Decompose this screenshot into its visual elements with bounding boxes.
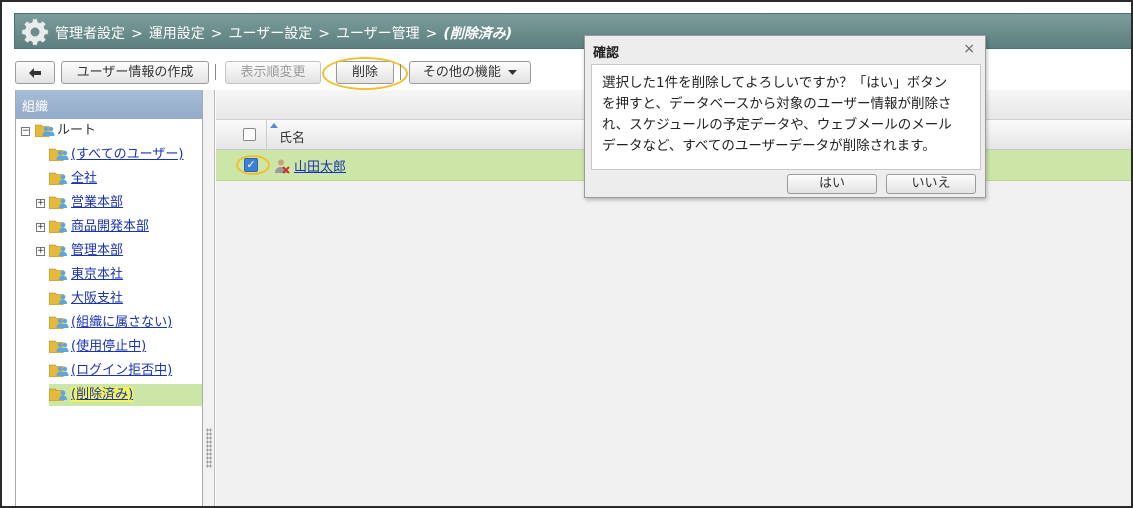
multi-user-folder-icon [49,340,69,353]
tree-item-tokyo[interactable]: 東京本社 [49,264,123,286]
tree-item-admin-div[interactable]: 管理本部 [49,240,123,262]
breadcrumb-item-admin[interactable]: 管理者設定 [55,26,125,42]
user-folder-icon [49,172,67,185]
toolbar-divider [400,64,401,80]
deleted-user-icon [275,159,290,174]
tree-item-link[interactable]: (すべてのユーザー) [71,147,183,162]
tree-item-link[interactable]: 大阪支社 [71,291,123,306]
tree-item-link[interactable]: (ログイン拒否中) [71,363,172,378]
checkbox-highlight [236,155,270,175]
more-functions-label: その他の機能 [422,65,501,80]
org-tree-header: 組織 [16,90,202,119]
multi-user-folder-icon [49,316,69,329]
select-all-checkbox[interactable] [243,128,256,141]
tree-item-link[interactable]: 東京本社 [71,267,123,282]
breadcrumb-separator: > [131,26,143,42]
breadcrumb-separator: > [425,26,438,42]
breadcrumb: 管理者設定 > 運用設定 > ユーザー設定 > ユーザー管理 > (削除済み) [55,23,512,43]
dialog-message-line: 選択した1件を削除してよろしいですか？「はい」ボタン [602,75,948,91]
org-tree-panel: 組織 − ルート (すべてのユーザー) 全社 + 営業本部 + 商品開発本部 +… [15,90,203,506]
user-folder-icon [49,220,67,233]
dialog-message-line: データなど、すべてのユーザーデータが削除されます。 [602,138,936,154]
breadcrumb-separator: > [210,26,223,42]
user-folder-icon [49,388,67,401]
breadcrumb-separator: > [318,26,330,42]
multi-user-folder-icon [49,364,69,377]
breadcrumb-item-user-settings[interactable]: ユーザー設定 [228,26,312,42]
panel-splitter[interactable] [203,90,215,506]
user-folder-icon [49,292,67,305]
multi-user-folder-icon [49,148,69,161]
column-divider [266,120,267,150]
column-header-name[interactable]: 氏名 [279,127,305,146]
create-user-button[interactable]: ユーザー情報の作成 [61,61,209,84]
multi-user-folder-icon [35,124,55,137]
back-arrow-icon [29,68,41,78]
tree-item-link[interactable]: (組織に属さない) [71,315,172,330]
breadcrumb-item-operation[interactable]: 運用設定 [149,26,205,42]
chevron-down-icon [508,69,518,75]
close-icon[interactable]: × [963,41,975,57]
confirm-dialog: 確認 × 選択した1件を削除してよろしいですか？「はい」ボタン を押すと、データ… [584,35,986,198]
tree-item-product-dev[interactable]: 商品開発本部 [49,216,149,238]
breadcrumb-current: (削除済み) [443,26,513,42]
tree-item-label: ルート [57,123,97,138]
tree-item-link[interactable]: 管理本部 [71,243,123,258]
app-window: 管理者設定 > 運用設定 > ユーザー設定 > ユーザー管理 > (削除済み) ユーザー情報の作… [0,0,1133,508]
tree-item-root[interactable]: ルート [35,120,96,142]
tree-item-link[interactable]: (使用停止中) [71,339,146,354]
tree-item-no-org[interactable]: (組織に属さない) [49,312,172,334]
more-functions-button[interactable]: その他の機能 [409,61,531,84]
tree-item-osaka[interactable]: 大阪支社 [49,288,123,310]
tree-item-company[interactable]: 全社 [49,168,97,190]
tree-item-link[interactable]: (削除済み) [71,387,134,402]
no-button[interactable]: いいえ [886,174,976,194]
tree-item-all-users[interactable]: (すべてのユーザー) [49,144,183,166]
expand-toggle[interactable]: + [36,199,45,208]
tree-item-suspended[interactable]: (使用停止中) [49,336,146,358]
user-folder-icon [49,268,67,281]
expand-toggle[interactable]: + [36,223,45,232]
dialog-message: 選択した1件を削除してよろしいですか？「はい」ボタン を押すと、データベースから… [591,64,981,170]
dialog-title: 確認 [593,46,620,61]
gear-icon [21,18,49,46]
user-folder-icon [49,244,67,257]
expand-toggle[interactable]: + [36,247,45,256]
tree-item-login-denied[interactable]: (ログイン拒否中) [49,360,172,382]
sort-order-button[interactable]: 表示順変更 [225,61,321,84]
dialog-message-line: れ、スケジュールの予定データや、ウェブメールのメール [602,117,952,133]
tree-item-sales[interactable]: 営業本部 [49,192,123,214]
delete-button-highlight [322,57,408,90]
tree-item-deleted[interactable]: (削除済み) [49,384,202,406]
dialog-message-line: を押すと、データベースから対象のユーザー情報が削除さ [602,96,952,112]
collapse-toggle[interactable]: − [21,127,30,136]
splitter-grip[interactable] [206,428,212,468]
user-name-link[interactable]: 山田太郎 [294,156,346,175]
back-button[interactable] [15,61,55,84]
tree-item-link[interactable]: 営業本部 [71,195,123,210]
tree-item-link[interactable]: 商品開発本部 [71,219,149,234]
user-folder-icon [49,196,67,209]
yes-button[interactable]: はい [787,174,877,194]
sort-asc-icon[interactable] [270,123,278,128]
breadcrumb-item-user-management[interactable]: ユーザー管理 [336,26,420,42]
tree-item-link[interactable]: 全社 [71,171,97,186]
toolbar-divider [215,64,216,80]
